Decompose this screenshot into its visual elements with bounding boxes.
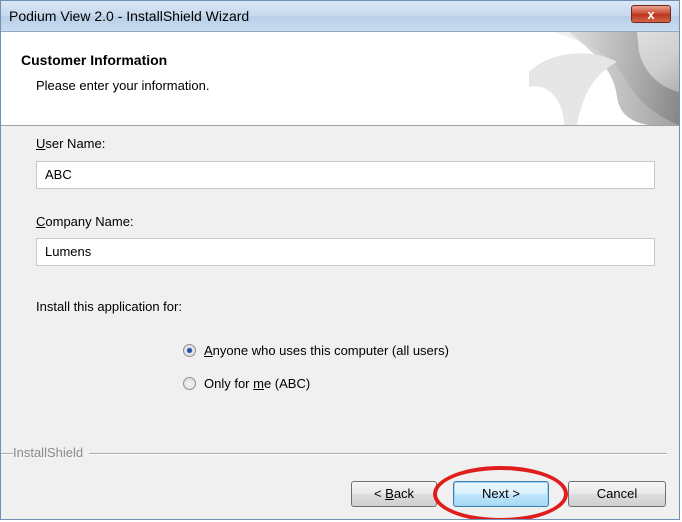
back-button[interactable]: < Back [351, 481, 437, 507]
radio-only-me-label: Only for me (ABC) [204, 375, 311, 391]
installer-window: Podium View 2.0 - InstallShield Wizard x… [0, 0, 680, 520]
form-area: User Name: ABC Company Name: Lumens Inst… [1, 126, 679, 519]
title-bar[interactable]: Podium View 2.0 - InstallShield Wizard x [1, 1, 679, 32]
footer-divider [1, 453, 667, 455]
user-name-input[interactable]: ABC [36, 161, 655, 189]
page-curl-graphic [529, 32, 679, 125]
close-icon: x [647, 7, 655, 22]
page-subtitle: Please enter your information. [36, 78, 210, 93]
cancel-button[interactable]: Cancel [568, 481, 666, 507]
install-for-label: Install this application for: [36, 299, 182, 314]
window-title: Podium View 2.0 - InstallShield Wizard [9, 8, 250, 24]
radio-all-users[interactable]: Anyone who uses this computer (all users… [183, 341, 449, 359]
page-title: Customer Information [21, 52, 168, 68]
user-name-label: User Name: [36, 136, 106, 151]
radio-button-selected[interactable] [183, 343, 196, 357]
radio-all-users-label: Anyone who uses this computer (all users… [204, 342, 449, 358]
radio-only-me[interactable]: Only for me (ABC) [183, 374, 310, 392]
header-banner: Customer Information Please enter your i… [1, 32, 679, 126]
close-button[interactable]: x [631, 5, 671, 23]
radio-button[interactable] [183, 376, 196, 390]
highlight-circle [433, 466, 568, 519]
company-name-label: Company Name: [36, 214, 134, 229]
installshield-brand: InstallShield [13, 445, 90, 460]
company-name-input[interactable]: Lumens [36, 238, 655, 266]
